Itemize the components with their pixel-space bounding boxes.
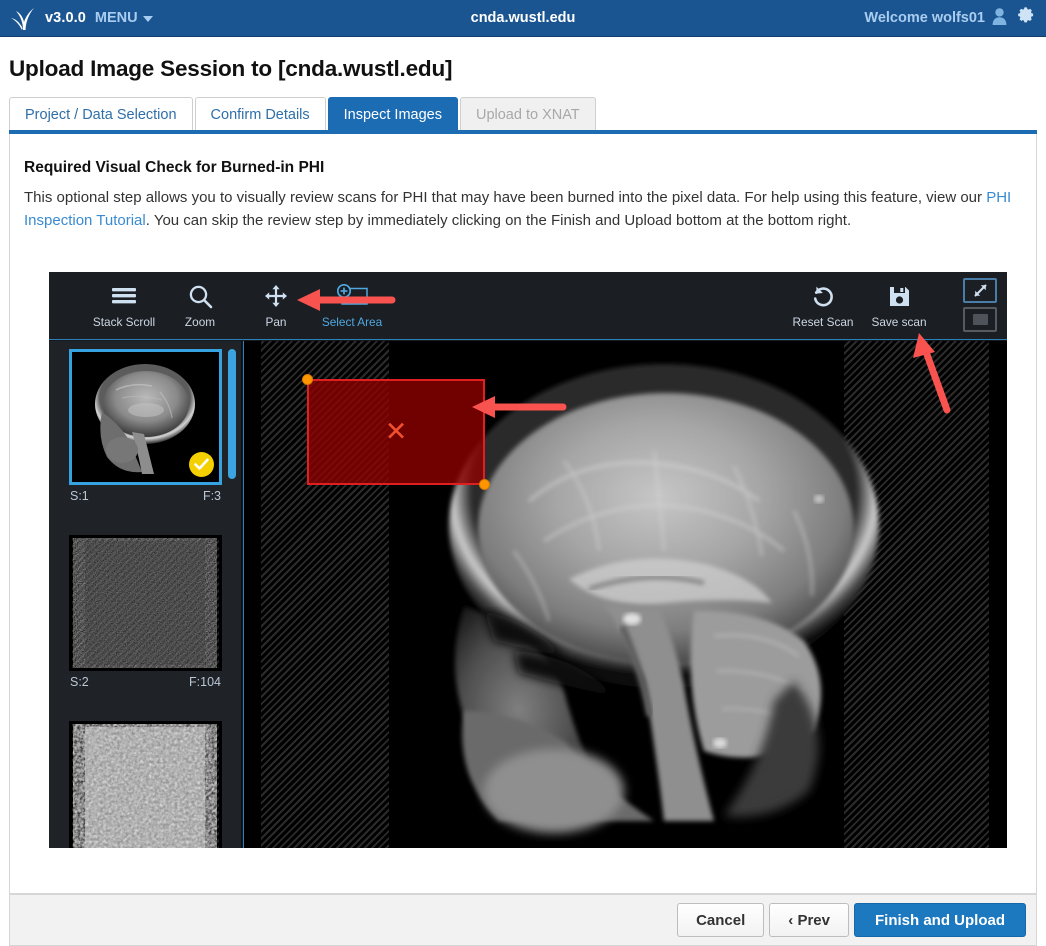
description-text-part2: . You can skip the review step by immedi… <box>146 212 851 229</box>
user-icon <box>992 8 1007 29</box>
tool-reset-scan[interactable]: Reset Scan <box>785 280 861 329</box>
finish-and-upload-button[interactable]: Finish and Upload <box>854 903 1026 937</box>
list-item[interactable]: S:1 F:3 <box>69 349 222 503</box>
canvas-edge-right <box>989 341 1007 848</box>
selection-handle-top-left[interactable] <box>302 374 313 385</box>
close-x-icon[interactable]: ✕ <box>385 419 408 446</box>
tab-inspect-images[interactable]: Inspect Images <box>328 97 458 131</box>
chevron-down-icon <box>143 16 153 22</box>
viewer-tools-left: Stack Scroll Zoom <box>86 280 390 329</box>
thumbnail-scrollbar[interactable] <box>228 349 236 479</box>
thumbnail-meta: S:2 F:104 <box>69 671 222 689</box>
user-welcome-menu[interactable]: Welcome wolfs01 <box>864 8 1007 29</box>
magnifier-icon <box>188 283 213 309</box>
content-panel: Required Visual Check for Burned-in PHI … <box>9 134 1037 894</box>
page-title: Upload Image Session to [cnda.wustl.edu] <box>9 56 452 82</box>
tool-pan-label: Pan <box>266 315 287 329</box>
tab-upload-to-xnat: Upload to XNAT <box>460 97 596 131</box>
tool-stack-scroll[interactable]: Stack Scroll <box>86 280 162 329</box>
tool-reset-scan-label: Reset Scan <box>793 315 854 329</box>
thumbnail-series-1[interactable] <box>69 349 222 485</box>
prev-button[interactable]: ‹ Prev <box>769 903 849 937</box>
noise-axial-scan-thumbnail <box>72 724 219 848</box>
phi-selection-rectangle[interactable]: ✕ <box>307 379 485 485</box>
thumbnail-series-3[interactable] <box>69 721 222 848</box>
expand-diagonal-icon[interactable] <box>963 278 997 303</box>
thumbnail-series-2[interactable] <box>69 535 222 671</box>
gear-icon[interactable] <box>1016 6 1035 30</box>
selection-handle-bottom-right[interactable] <box>479 479 490 490</box>
window-restore-icon[interactable] <box>963 307 997 332</box>
viewer-corner-buttons <box>963 278 997 332</box>
tool-save-scan-label: Save scan <box>871 315 926 329</box>
description-text-part1: This optional step allows you to visuall… <box>24 189 986 206</box>
tool-stack-scroll-label: Stack Scroll <box>93 315 155 329</box>
move-arrows-icon <box>264 283 288 309</box>
floppy-disk-icon <box>888 283 911 309</box>
viewer-tools-right: Reset Scan Save scan <box>785 280 937 329</box>
image-canvas[interactable]: ✕ <box>243 341 1007 848</box>
thumbnail-strip[interactable]: S:1 F:3 <box>49 341 242 848</box>
list-item[interactable]: S:2 F:104 <box>69 535 222 689</box>
viewer-toolbar: Stack Scroll Zoom <box>49 272 1007 340</box>
thumbnail-series-label: S:2 <box>70 675 89 689</box>
tab-project-data-selection[interactable]: Project / Data Selection <box>9 97 193 131</box>
welcome-label: Welcome wolfs01 <box>864 10 985 26</box>
thumbnail-meta: S:1 F:3 <box>69 485 222 503</box>
thumbnail-frames-label: F:3 <box>203 489 221 503</box>
main-menu-button[interactable]: MENU <box>95 10 153 26</box>
tool-select-area[interactable]: Select Area <box>314 280 390 329</box>
wizard-tabs: Project / Data Selection Confirm Details… <box>9 96 596 131</box>
canvas-edge-left <box>244 341 261 848</box>
section-heading: Required Visual Check for Burned-in PHI <box>24 159 324 177</box>
xnat-leaf-logo[interactable] <box>10 5 36 31</box>
topbar-right-group: Welcome wolfs01 <box>864 6 1046 30</box>
thumbnail-frames-label: F:104 <box>189 675 221 689</box>
top-navigation-bar: v3.0.0 MENU cnda.wustl.edu Welcome wolfs… <box>0 0 1046 37</box>
wizard-footer: Cancel ‹ Prev Finish and Upload <box>9 894 1037 946</box>
version-label: v3.0.0 <box>45 10 86 26</box>
tool-save-scan[interactable]: Save scan <box>861 280 937 329</box>
undo-arrow-icon <box>811 283 835 309</box>
thumbnail-checked-badge <box>189 452 214 477</box>
topbar-left-group: v3.0.0 MENU <box>0 5 153 31</box>
tool-zoom-label: Zoom <box>185 315 215 329</box>
noise-scan-thumbnail <box>72 538 219 668</box>
tool-zoom[interactable]: Zoom <box>162 280 238 329</box>
tool-select-area-label: Select Area <box>322 315 382 329</box>
window-restore-glyph <box>973 314 988 325</box>
image-viewer: Stack Scroll Zoom <box>49 272 1007 848</box>
select-area-icon <box>336 283 368 309</box>
cancel-button[interactable]: Cancel <box>677 903 764 937</box>
list-item[interactable] <box>69 721 222 848</box>
tool-pan[interactable]: Pan <box>238 280 314 329</box>
tab-confirm-details[interactable]: Confirm Details <box>195 97 326 131</box>
thumbnail-series-label: S:1 <box>70 489 89 503</box>
stack-scroll-icon <box>111 283 137 309</box>
section-description: This optional step allows you to visuall… <box>24 187 1024 232</box>
main-menu-label: MENU <box>95 10 138 26</box>
